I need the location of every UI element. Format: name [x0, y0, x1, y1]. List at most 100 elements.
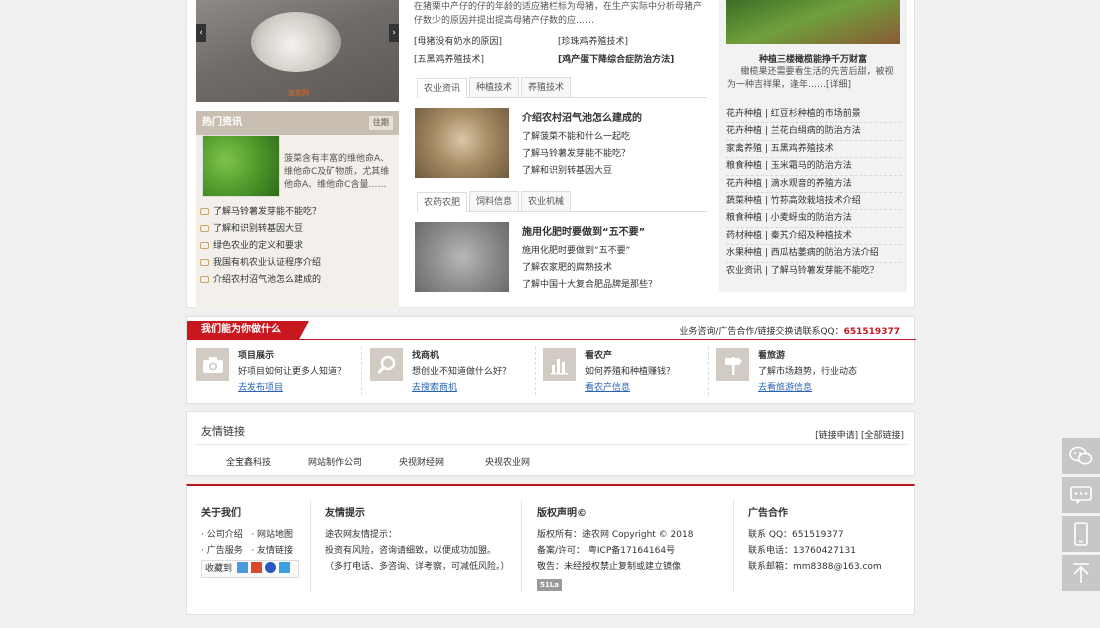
camera-icon	[196, 348, 229, 381]
list-item[interactable]: 家禽养殖 | 五黑鸡养殖技术	[726, 141, 902, 159]
list-item[interactable]: 花卉种植 | 滴水观音的养殖方法	[726, 176, 902, 193]
stats-badge[interactable]: 51La	[537, 579, 562, 591]
divider	[708, 347, 709, 395]
slider-next-button[interactable]: ›	[389, 24, 399, 42]
back-to-top-button[interactable]	[1062, 555, 1100, 591]
list-item[interactable]: 农业资讯 | 了解马铃薯发芽能不能吃？	[726, 263, 902, 280]
news2-item-1[interactable]: 施用化肥时要做到“五不要”	[522, 243, 630, 256]
list-item[interactable]: 介绍农村沼气池怎么建成的	[200, 272, 396, 289]
friend-link[interactable]: 全宝鑫科技	[226, 455, 271, 468]
footer-copyright-line[interactable]: 备案/许可： 粤ICP备17164164号	[537, 543, 717, 559]
tab-agri-news[interactable]: 农业资讯	[417, 78, 468, 98]
service-item-desc: 好项目如何让更多人知道？	[238, 367, 347, 377]
list-item[interactable]: 了解和识别转基因大豆	[200, 221, 396, 238]
list-item[interactable]: 了解马铃薯发芽能不能吃？	[200, 204, 396, 221]
service-item-business[interactable]: 找商机 想创业不知道做什么好？ 去搜索商机	[370, 348, 535, 398]
right-panel: 种植三楼橄榄能挣千万财富 橄榄果还需要看生活的先苦后甜，被视为一种吉祥果，逢年……	[719, 0, 907, 292]
planting-image[interactable]	[726, 0, 900, 44]
footer-about-title: 关于我们	[201, 508, 241, 519]
news1-item-3[interactable]: 了解和识别转基因大豆	[522, 163, 612, 176]
fertilizer-image[interactable]	[415, 222, 509, 292]
bar-chart-icon	[543, 348, 576, 381]
list-item[interactable]: 蔬菜种植 | 竹荪高效栽培技术介绍	[726, 193, 902, 211]
list-item[interactable]: 水果种植 | 西瓜枯萎病的防治方法介绍	[726, 245, 902, 263]
news2-item-3[interactable]: 了解中国十大复合肥品牌是那些？	[522, 277, 657, 290]
footer-tips-title: 友情提示	[325, 508, 365, 519]
slider-image[interactable]: 途农网 ‹ ›	[196, 0, 399, 102]
list-item[interactable]: 粮食种植 | 小麦蚜虫的防治方法	[726, 210, 902, 228]
footer-link[interactable]: · 友情链接	[251, 546, 293, 556]
tab-machinery[interactable]: 农业机械	[521, 191, 572, 211]
footer-divider	[521, 500, 522, 592]
back-to-top-icon	[1073, 563, 1089, 583]
news1-title[interactable]: 介绍农村沼气池怎么建成的	[522, 109, 642, 124]
footer-link[interactable]: · 网站地图	[251, 530, 293, 540]
service-item-travel[interactable]: 看旅游 了解市场趋势，行业动态 去看旅游信息	[716, 348, 901, 398]
right-title[interactable]: 种植三楼橄榄能挣千万财富	[719, 52, 907, 65]
news1-item-1[interactable]: 了解菠菜不能和什么一起吃	[522, 129, 630, 142]
article-summary: 在猪栗中产仔的仔的年龄的适应猪栏标为母猪，在生产实际中分析母猪产仔数少的原因并提…	[414, 2, 703, 26]
news1-item-2[interactable]: 了解马铃薯发芽能不能吃？	[522, 146, 630, 159]
friend-link[interactable]: 央视财经网	[399, 455, 444, 468]
friend-links-section: 友情链接 [链接申请] [全部链接] 全宝鑫科技 网站制作公司 央视财经网 央视…	[186, 411, 915, 476]
footer-tips-line: （多打电话、多咨询、详考察，可减低风险。）	[325, 562, 510, 572]
mobile-icon	[1074, 522, 1088, 546]
footer-divider	[310, 500, 311, 592]
bookmark-red-icon[interactable]	[250, 562, 262, 573]
article-link-1[interactable]: [母猪没有奶水的原因]	[414, 34, 502, 47]
spinach-image[interactable]	[202, 135, 280, 197]
divider	[361, 347, 362, 395]
wechat-button[interactable]	[1062, 438, 1100, 474]
friend-link[interactable]: 央视农业网	[485, 455, 530, 468]
service-contact: 业务咨询/广告合作/链接交换请联系QQ：651519377	[679, 324, 900, 337]
service-item-project[interactable]: 项目展示 好项目如何让更多人知道？ 去发布项目	[196, 348, 361, 398]
article-link-4[interactable]: [鸡产蛋下降综合症防治方法]	[558, 52, 674, 65]
bookmark-bar: 收藏到	[201, 560, 299, 578]
service-item-title: 找商机	[412, 351, 440, 361]
footer-link[interactable]: · 公司介绍	[201, 530, 243, 540]
service-item-link[interactable]: 去发布项目	[238, 380, 283, 393]
message-button[interactable]	[1062, 477, 1100, 513]
more-tag[interactable]: 往期	[369, 116, 393, 130]
service-item-link[interactable]: 去看旅游信息	[758, 380, 812, 393]
service-item-products[interactable]: 看农产 如何养殖和种植赚钱？ 看农产信息	[543, 348, 708, 398]
bookmark-paw-icon[interactable]	[264, 562, 276, 573]
content-panel: 途农网 ‹ › 热门资讯 往期 菠菜含有丰富的维他命A、维他命C及矿物质，尤其维…	[186, 0, 915, 308]
footer-copyright-title: 版权声明©	[537, 508, 587, 519]
tab-feed[interactable]: 饲料信息	[469, 191, 520, 211]
footer-link[interactable]: · 广告服务	[201, 546, 243, 556]
bookmark-star-icon[interactable]	[236, 562, 248, 573]
news2-title[interactable]: 施用化肥时要做到“五不要”	[522, 223, 645, 238]
link-apply-button[interactable]: [链接申请]	[815, 431, 858, 441]
service-item-link[interactable]: 去搜索商机	[412, 380, 457, 393]
service-item-link[interactable]: 看农产信息	[585, 380, 630, 393]
friend-link[interactable]: 网站制作公司	[308, 455, 362, 468]
mobile-button[interactable]	[1062, 516, 1100, 552]
list-item[interactable]: 我国有机农业认证程序介绍	[200, 255, 396, 272]
comment-icon	[200, 242, 209, 249]
list-item[interactable]: 粮食种植 | 玉米霜马的防治方法	[726, 158, 902, 176]
tab-pesticide[interactable]: 农药农肥	[417, 192, 468, 212]
service-item-title: 看农产	[585, 351, 613, 361]
tab-planting[interactable]: 种植技术	[469, 77, 520, 97]
right-list: 花卉种植 | 红豆杉种植的市场前景 花卉种植 | 兰花白绢病的防治方法 家禽养殖…	[726, 106, 902, 280]
comment-icon	[200, 225, 209, 232]
footer-copyright-line: 敬告：未经授权禁止复制或建立镜像	[537, 562, 682, 572]
list-item[interactable]: 花卉种植 | 兰花白绢病的防治方法	[726, 123, 902, 141]
article-link-3[interactable]: [五黑鸡养殖技术]	[414, 52, 484, 65]
service-title-line	[187, 339, 916, 340]
footer-ads-line[interactable]: 联系邮箱：mm8388@163.com	[748, 559, 908, 575]
list-item[interactable]: 药材种植 | 秦艽介绍及种植技术	[726, 228, 902, 246]
biogas-image[interactable]	[415, 108, 509, 178]
news2-item-2[interactable]: 了解农家肥的腐熟技术	[522, 260, 612, 273]
footer-about: 关于我们 · 公司介绍 · 网站地图 · 广告服务 · 友情链接 收藏到	[201, 504, 307, 578]
hot-news-desc: 菠菜含有丰富的维他命A、维他命C及矿物质，尤其维他命A、维他命C含量……	[284, 154, 390, 190]
service-contact-qq[interactable]: 651519377	[844, 327, 900, 337]
tab-breeding[interactable]: 养殖技术	[521, 77, 572, 97]
slider-prev-button[interactable]: ‹	[196, 24, 206, 42]
list-item[interactable]: 花卉种植 | 红豆杉种植的市场前景	[726, 106, 902, 124]
bookmark-q-icon[interactable]	[278, 562, 290, 573]
list-item[interactable]: 绿色农业的定义和要求	[200, 238, 396, 255]
article-link-2[interactable]: [珍珠鸡养殖技术]	[558, 34, 628, 47]
all-links-button[interactable]: [全部链接]	[861, 431, 904, 441]
